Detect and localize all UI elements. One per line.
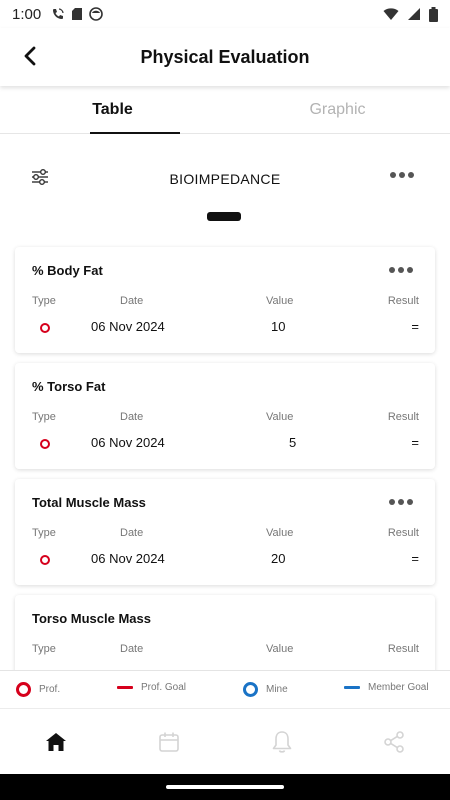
- entry-date: 06 Nov 2024: [91, 435, 165, 450]
- column-header-date: Date: [120, 527, 144, 539]
- sd-card-icon: [72, 8, 83, 20]
- face-icon: [89, 7, 104, 21]
- battery-icon: [429, 6, 438, 22]
- prof-ring-icon: [16, 682, 31, 697]
- column-header-type: Type: [32, 295, 56, 307]
- prof-type-icon: [40, 439, 50, 449]
- entry-value: 10: [271, 319, 286, 334]
- more-dot: [407, 499, 413, 505]
- more-dot: [398, 267, 404, 273]
- evaluation-card[interactable]: % Torso Fat Type Date Value Result 06 No…: [15, 363, 435, 469]
- column-header-value: Value: [266, 643, 294, 655]
- section-header: BIOIMPEDANCE: [0, 134, 450, 226]
- bottom-navigation: [0, 708, 450, 774]
- entry-result: =: [411, 551, 419, 566]
- column-header-date: Date: [120, 295, 144, 307]
- status-time: 1:00: [12, 5, 42, 23]
- more-dot: [398, 499, 404, 505]
- card-title: % Torso Fat: [32, 379, 106, 394]
- more-horizontal-icon: [389, 499, 395, 505]
- column-header-result: Result: [387, 411, 419, 423]
- bell-icon: [272, 731, 292, 753]
- evaluation-card[interactable]: Total Muscle Mass Type Date Value Result…: [15, 479, 435, 585]
- section-more-button[interactable]: [390, 172, 414, 178]
- column-header-value: Value: [266, 411, 294, 423]
- column-header-value: Value: [266, 295, 294, 307]
- legend-member-goal: Member Goal: [344, 682, 429, 693]
- tab-bar: Table Graphic: [0, 86, 450, 134]
- tab-table[interactable]: Table: [0, 86, 225, 134]
- more-horizontal-icon: [389, 267, 395, 273]
- wifi-icon: [383, 8, 399, 20]
- wifi-calling-icon: [53, 8, 64, 19]
- more-horizontal-icon: [390, 172, 396, 178]
- home-gesture-handle[interactable]: [166, 785, 284, 789]
- evaluation-card[interactable]: % Body Fat Type Date Value Result 06 Nov…: [15, 247, 435, 353]
- legend-prof-goal-label: Prof. Goal: [141, 682, 187, 693]
- status-right-icons: [383, 6, 438, 22]
- back-button[interactable]: [16, 42, 44, 70]
- entry-result: =: [411, 435, 419, 450]
- chevron-left-icon: [24, 46, 36, 66]
- page-title: Physical Evaluation: [140, 46, 310, 67]
- column-header-result: Result: [387, 295, 419, 307]
- card-more-button[interactable]: [389, 499, 413, 505]
- share-icon: [384, 731, 404, 753]
- evaluation-card[interactable]: Torso Muscle Mass Type Date Value Result: [15, 595, 435, 670]
- tab-graphic[interactable]: Graphic: [225, 86, 450, 134]
- legend-prof-goal: Prof. Goal: [117, 682, 186, 693]
- entry-date: 06 Nov 2024: [91, 551, 165, 566]
- evaluation-list: % Body Fat Type Date Value Result 06 Nov…: [0, 226, 450, 670]
- card-title: Torso Muscle Mass: [32, 611, 151, 626]
- card-title: Total Muscle Mass: [32, 495, 146, 510]
- app-bar: Physical Evaluation: [0, 28, 450, 86]
- column-header-result: Result: [387, 527, 419, 539]
- more-dot: [408, 172, 414, 178]
- legend-mine: Mine: [243, 682, 288, 697]
- section-title: BIOIMPEDANCE: [169, 171, 281, 187]
- prof-type-icon: [40, 555, 50, 565]
- column-header-type: Type: [32, 527, 56, 539]
- entry-result: =: [411, 319, 419, 334]
- home-icon: [46, 733, 66, 751]
- system-navigation-bar: [0, 774, 450, 800]
- nav-calendar[interactable]: [156, 729, 182, 755]
- nav-notifications[interactable]: [269, 729, 295, 755]
- entry-value: 20: [271, 551, 286, 566]
- legend: Prof. Prof. Goal Mine Member Goal: [0, 670, 450, 708]
- column-header-date: Date: [120, 411, 144, 423]
- status-bar: 1:00: [0, 0, 450, 28]
- entry-date: 06 Nov 2024: [91, 319, 165, 334]
- column-header-type: Type: [32, 643, 56, 655]
- nav-share[interactable]: [381, 729, 407, 755]
- legend-mine-label: Mine: [266, 684, 288, 695]
- more-dot: [399, 172, 405, 178]
- screen: 1:00 Physical Evaluation Table Graphic B…: [0, 0, 450, 800]
- card-title: % Body Fat: [32, 263, 103, 278]
- signal-icon: [408, 8, 420, 20]
- more-dot: [407, 267, 413, 273]
- legend-member-goal-label: Member Goal: [368, 682, 429, 693]
- legend-prof-label: Prof.: [39, 684, 61, 695]
- nav-home[interactable]: [43, 729, 69, 755]
- status-left-icons: [51, 7, 104, 21]
- calendar-icon: [159, 732, 179, 752]
- prof-type-icon: [40, 323, 50, 333]
- prof-goal-line-icon: [117, 686, 133, 689]
- column-header-value: Value: [266, 527, 294, 539]
- member-goal-line-icon: [344, 686, 360, 689]
- column-header-result: Result: [387, 643, 419, 655]
- legend-prof: Prof.: [16, 682, 60, 697]
- column-header-date: Date: [120, 643, 144, 655]
- column-header-type: Type: [32, 411, 56, 423]
- mine-ring-icon: [243, 682, 258, 697]
- entry-value: 5: [289, 435, 297, 450]
- drag-handle[interactable]: [207, 212, 241, 221]
- card-more-button[interactable]: [389, 267, 413, 273]
